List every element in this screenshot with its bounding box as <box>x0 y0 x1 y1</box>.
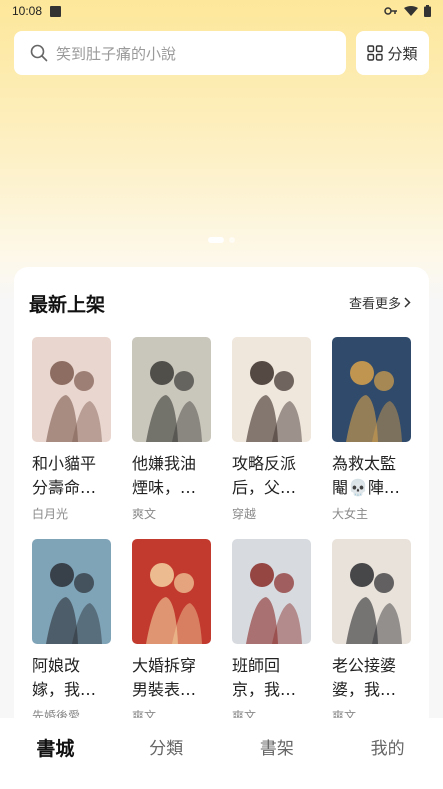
grid-icon <box>367 45 384 61</box>
book-title[interactable]: 為救太監閹💀陣… <box>332 452 411 500</box>
book-cover-image[interactable] <box>232 337 311 442</box>
battery-icon <box>424 5 431 17</box>
book-title[interactable]: 他嫌我油煙味，… <box>132 452 211 500</box>
wifi-icon <box>404 5 418 16</box>
book-title[interactable]: 和小貓平分壽命… <box>32 452 111 500</box>
category-button-label: 分類 <box>387 44 418 63</box>
book-title[interactable]: 阿娘改嫁，我… <box>32 654 111 702</box>
book-cover-image[interactable] <box>132 337 211 442</box>
book-tag: 大女主 <box>332 507 369 521</box>
bottom-tab-bar: 書城 分類 書架 我的 <box>0 718 443 789</box>
key-icon <box>384 7 397 15</box>
search-icon <box>30 44 48 62</box>
banner-indicator <box>0 237 443 243</box>
book-cover-image[interactable] <box>232 539 311 644</box>
book-tag: 穿越 <box>232 507 257 521</box>
book-item[interactable]: 老公接婆婆，我… 爽文 <box>332 539 411 724</box>
book-item[interactable]: 為救太監閹💀陣… 大女主 <box>332 337 411 522</box>
book-title[interactable]: 班師回京，我… <box>232 654 311 702</box>
status-time: 10:08 <box>12 4 43 18</box>
see-more-label: 查看更多 <box>348 297 401 312</box>
book-item[interactable]: 大婚拆穿男裝表… 爽文 <box>132 539 211 724</box>
book-item[interactable]: 和小貓平分壽命… 白月光 <box>32 337 111 522</box>
see-more-link[interactable]: 查看更多 <box>349 293 411 312</box>
book-cover-image[interactable] <box>332 337 411 442</box>
book-title[interactable]: 大婚拆穿男裝表… <box>132 654 211 702</box>
section-title: 最新上架 <box>29 294 106 316</box>
book-item[interactable]: 阿娘改嫁，我… 先婚後愛 <box>32 539 111 724</box>
book-title[interactable]: 攻略反派后，父… <box>232 452 311 500</box>
search-bar[interactable]: 笑到肚子痛的小說 <box>14 31 346 75</box>
book-cover-image[interactable] <box>32 539 111 644</box>
book-item[interactable]: 班師回京，我… 爽文 <box>232 539 311 724</box>
notification-icon <box>50 5 62 17</box>
tab-bookstore[interactable]: 書城 <box>15 734 95 761</box>
book-cover-image[interactable] <box>32 337 111 442</box>
status-bar: 10:08 <box>0 0 443 22</box>
chevron-right-icon <box>404 297 411 308</box>
book-cover-image[interactable] <box>132 539 211 644</box>
category-button[interactable]: 分類 <box>356 31 429 75</box>
banner-dot[interactable] <box>229 237 235 243</box>
tab-profile[interactable]: 我的 <box>348 734 428 759</box>
tab-categories[interactable]: 分類 <box>126 734 206 759</box>
book-item[interactable]: 攻略反派后，父… 穿越 <box>232 337 311 522</box>
book-cover-image[interactable] <box>332 539 411 644</box>
banner-dot-active[interactable] <box>208 237 224 243</box>
book-item[interactable]: 他嫌我油煙味，… 爽文 <box>132 337 211 522</box>
book-title[interactable]: 老公接婆婆，我… <box>332 654 411 702</box>
book-tag: 爽文 <box>132 507 157 521</box>
book-tag: 白月光 <box>32 507 69 521</box>
new-arrivals-section: 最新上架 查看更多 和小貓平分壽命… 白月光 他嫌我油煙味，… 爽文 攻略反派后，父… 穿… <box>14 267 429 737</box>
tab-bookshelf[interactable]: 書架 <box>237 734 317 759</box>
search-placeholder: 笑到肚子痛的小說 <box>56 44 177 63</box>
